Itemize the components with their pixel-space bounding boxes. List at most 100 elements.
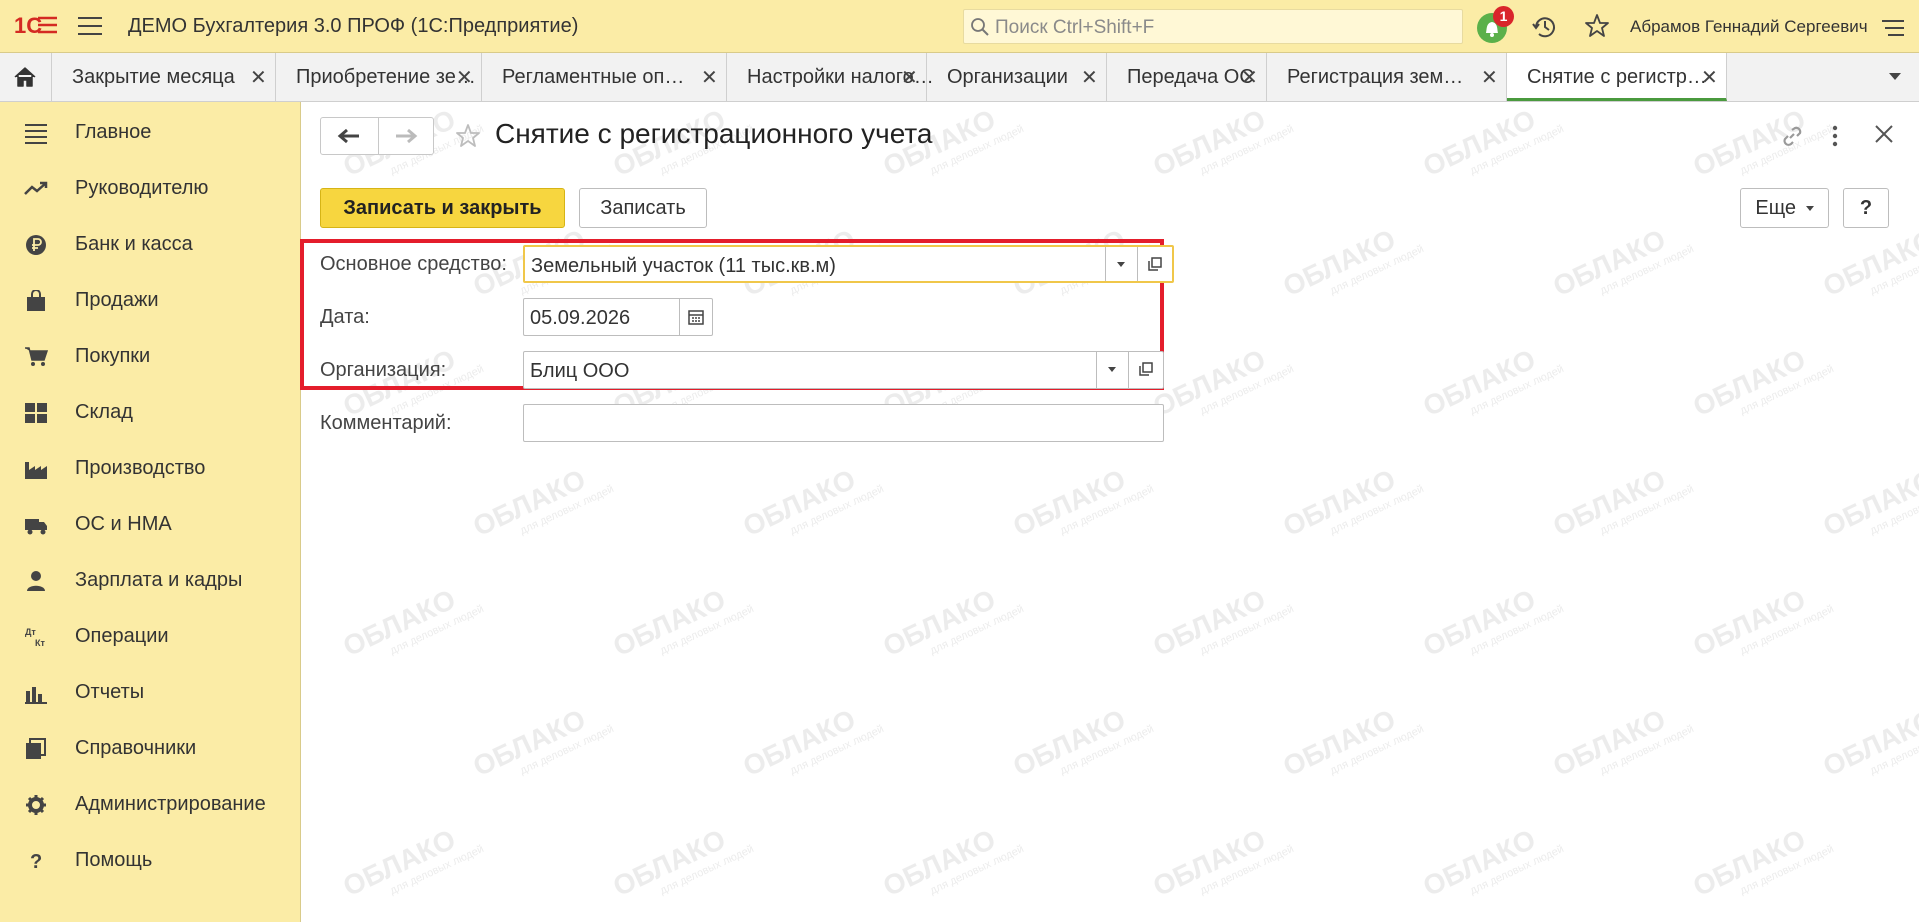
watermark-text: ОБЛАКОдля деловых людей bbox=[1688, 343, 1836, 423]
tab-6[interactable]: Передача ОС ✕ bbox=[1107, 53, 1267, 101]
sidebar-item-label: Отчеты bbox=[75, 681, 145, 703]
tab-3[interactable]: Регламентные оп… ✕ bbox=[482, 53, 727, 101]
sidebar-item-administration[interactable]: Администрирование bbox=[0, 783, 300, 827]
tab-1[interactable]: Закрытие месяца ✕ bbox=[52, 53, 276, 101]
books-icon bbox=[26, 738, 46, 759]
watermark-text: ОБЛАКОдля деловых людей bbox=[1008, 463, 1156, 543]
chevron-down-icon bbox=[1108, 367, 1116, 372]
person-icon bbox=[27, 571, 45, 591]
search-input[interactable]: Поиск Ctrl+Shift+F bbox=[963, 9, 1463, 44]
gear-icon bbox=[26, 795, 46, 815]
tab-2[interactable]: Приобретение зе… ✕ bbox=[276, 53, 482, 101]
sidebar-item-warehouse[interactable]: Склад bbox=[0, 391, 300, 435]
history-icon[interactable] bbox=[1531, 13, 1559, 41]
sidebar-item-production[interactable]: Производство bbox=[0, 447, 300, 491]
menu-icon bbox=[25, 124, 47, 144]
more-button[interactable]: Еще bbox=[1740, 188, 1829, 228]
svg-text:Дт: Дт bbox=[25, 627, 36, 637]
sidebar-item-label: Банк и касса bbox=[75, 233, 193, 255]
dt-kt-icon: ДтКт bbox=[25, 627, 45, 648]
search-placeholder: Поиск Ctrl+Shift+F bbox=[995, 17, 1155, 38]
organization-open-button[interactable] bbox=[1128, 352, 1163, 388]
tab-close-icon[interactable]: ✕ bbox=[701, 65, 718, 90]
page-title: Снятие с регистрационного учета bbox=[495, 118, 933, 149]
organization-field[interactable]: Блиц ООО bbox=[523, 351, 1164, 389]
calendar-button[interactable] bbox=[679, 299, 712, 335]
user-name[interactable]: Абрамов Геннадий Сергеевич bbox=[1630, 17, 1868, 37]
user-menu-icon[interactable] bbox=[1880, 18, 1906, 38]
favorites-star-icon[interactable] bbox=[1583, 12, 1611, 40]
watermark-text: ОБЛАКОдля деловых людей bbox=[1818, 223, 1919, 303]
sidebar-item-help[interactable]: ? Помощь bbox=[0, 839, 300, 883]
cart-icon bbox=[25, 347, 48, 366]
sections-panel: Главное Руководителю Банк и касса Продаж… bbox=[0, 102, 301, 922]
home-tab[interactable] bbox=[0, 53, 52, 101]
sidebar-item-label: Операции bbox=[75, 625, 169, 647]
tab-label: Закрытие месяца bbox=[72, 66, 235, 88]
sidebar-item-salary[interactable]: Зарплата и кадры bbox=[0, 559, 300, 603]
tab-close-icon[interactable]: ✕ bbox=[456, 65, 473, 90]
favorite-star-icon[interactable] bbox=[454, 122, 482, 150]
more-actions-icon[interactable] bbox=[1831, 123, 1839, 149]
asset-dropdown-button[interactable] bbox=[1105, 247, 1138, 281]
sidebar-item-operations[interactable]: Дт Кт Операции bbox=[0, 615, 300, 659]
watermark-text: ОБЛАКОдля деловых людей bbox=[1548, 703, 1696, 783]
organization-dropdown-button[interactable] bbox=[1096, 352, 1129, 388]
close-icon[interactable] bbox=[1873, 123, 1895, 145]
sidebar-item-label: ОС и НМА bbox=[75, 513, 172, 535]
sidebar-item-fixed-assets[interactable]: ОС и НМА bbox=[0, 503, 300, 547]
link-icon[interactable] bbox=[1779, 123, 1805, 149]
sidebar-item-sales[interactable]: Продажи bbox=[0, 279, 300, 323]
back-button[interactable] bbox=[321, 118, 379, 154]
tab-label: Регламентные оп… bbox=[502, 66, 685, 88]
main-menu-button[interactable] bbox=[78, 17, 102, 35]
watermark-text: ОБЛАКОдля деловых людей bbox=[1148, 343, 1296, 423]
tab-8[interactable]: Снятие с регистр… ✕ bbox=[1507, 53, 1727, 101]
tab-label: Передача ОС bbox=[1127, 66, 1254, 88]
tab-close-icon[interactable]: ✕ bbox=[1701, 65, 1718, 90]
arrow-right-icon bbox=[396, 128, 418, 144]
tab-5[interactable]: Организации ✕ bbox=[927, 53, 1107, 101]
sidebar-item-reports[interactable]: Отчеты bbox=[0, 671, 300, 715]
watermark-text: ОБЛАКОдля деловых людей bbox=[608, 823, 756, 903]
watermark-text: ОБЛАКОдля деловых людей bbox=[738, 463, 886, 543]
asset-field[interactable]: Земельный участок (11 тыс.кв.м) bbox=[523, 245, 1174, 283]
tab-close-icon[interactable]: ✕ bbox=[901, 65, 918, 90]
warehouse-icon bbox=[25, 403, 47, 423]
arrow-left-icon bbox=[337, 128, 359, 144]
tabs-dropdown-button[interactable] bbox=[1872, 53, 1919, 101]
tab-close-icon[interactable]: ✕ bbox=[1481, 65, 1498, 90]
svg-text:Кт: Кт bbox=[35, 638, 45, 648]
calendar-icon bbox=[688, 310, 704, 325]
watermark-text: ОБЛАКОдля деловых людей bbox=[1148, 823, 1296, 903]
sidebar-item-bank[interactable]: Банк и касса bbox=[0, 223, 300, 267]
open-windows-bar: Закрытие месяца ✕ Приобретение зе… ✕ Регламе… bbox=[0, 53, 1919, 102]
svg-text:?: ? bbox=[30, 851, 42, 872]
asset-open-button[interactable] bbox=[1137, 247, 1172, 281]
sidebar-item-label: Продажи bbox=[75, 289, 159, 311]
watermark-text: ОБЛАКОдля деловых людей bbox=[1148, 583, 1296, 663]
forward-button[interactable] bbox=[378, 118, 433, 154]
sidebar-item-label: Помощь bbox=[75, 849, 153, 871]
sidebar-item-manager[interactable]: Руководителю bbox=[0, 167, 300, 211]
sidebar-item-label: Зарплата и кадры bbox=[75, 569, 243, 591]
tab-close-icon[interactable]: ✕ bbox=[1081, 65, 1098, 90]
comment-field[interactable] bbox=[523, 404, 1164, 442]
sidebar-item-purchases[interactable]: Покупки bbox=[0, 335, 300, 379]
tab-4[interactable]: Настройки налого… ✕ bbox=[727, 53, 934, 101]
save-button[interactable]: Записать bbox=[579, 188, 707, 228]
watermark-text: ОБЛАКОдля деловых людей bbox=[1818, 463, 1919, 543]
ruble-coin-icon bbox=[26, 235, 46, 255]
sidebar-item-directories[interactable]: Справочники bbox=[0, 727, 300, 771]
watermark-text: ОБЛАКОдля деловых людей bbox=[1688, 103, 1836, 183]
tab-close-icon[interactable]: ✕ bbox=[1241, 65, 1258, 90]
watermark-text: ОБЛАКОдля деловых людей bbox=[608, 583, 756, 663]
sidebar-item-main[interactable]: Главное bbox=[0, 111, 300, 155]
watermark-text: ОБЛАКОдля деловых людей bbox=[1418, 103, 1566, 183]
tab-label: Снятие с регистр… bbox=[1527, 66, 1707, 88]
tab-7[interactable]: Регистрация зем… ✕ bbox=[1267, 53, 1507, 101]
tab-close-icon[interactable]: ✕ bbox=[250, 65, 267, 90]
help-button[interactable]: ? bbox=[1843, 188, 1889, 228]
save-and-close-button[interactable]: Записать и закрыть bbox=[320, 188, 565, 228]
date-field[interactable]: 05.09.2026 bbox=[523, 298, 713, 336]
